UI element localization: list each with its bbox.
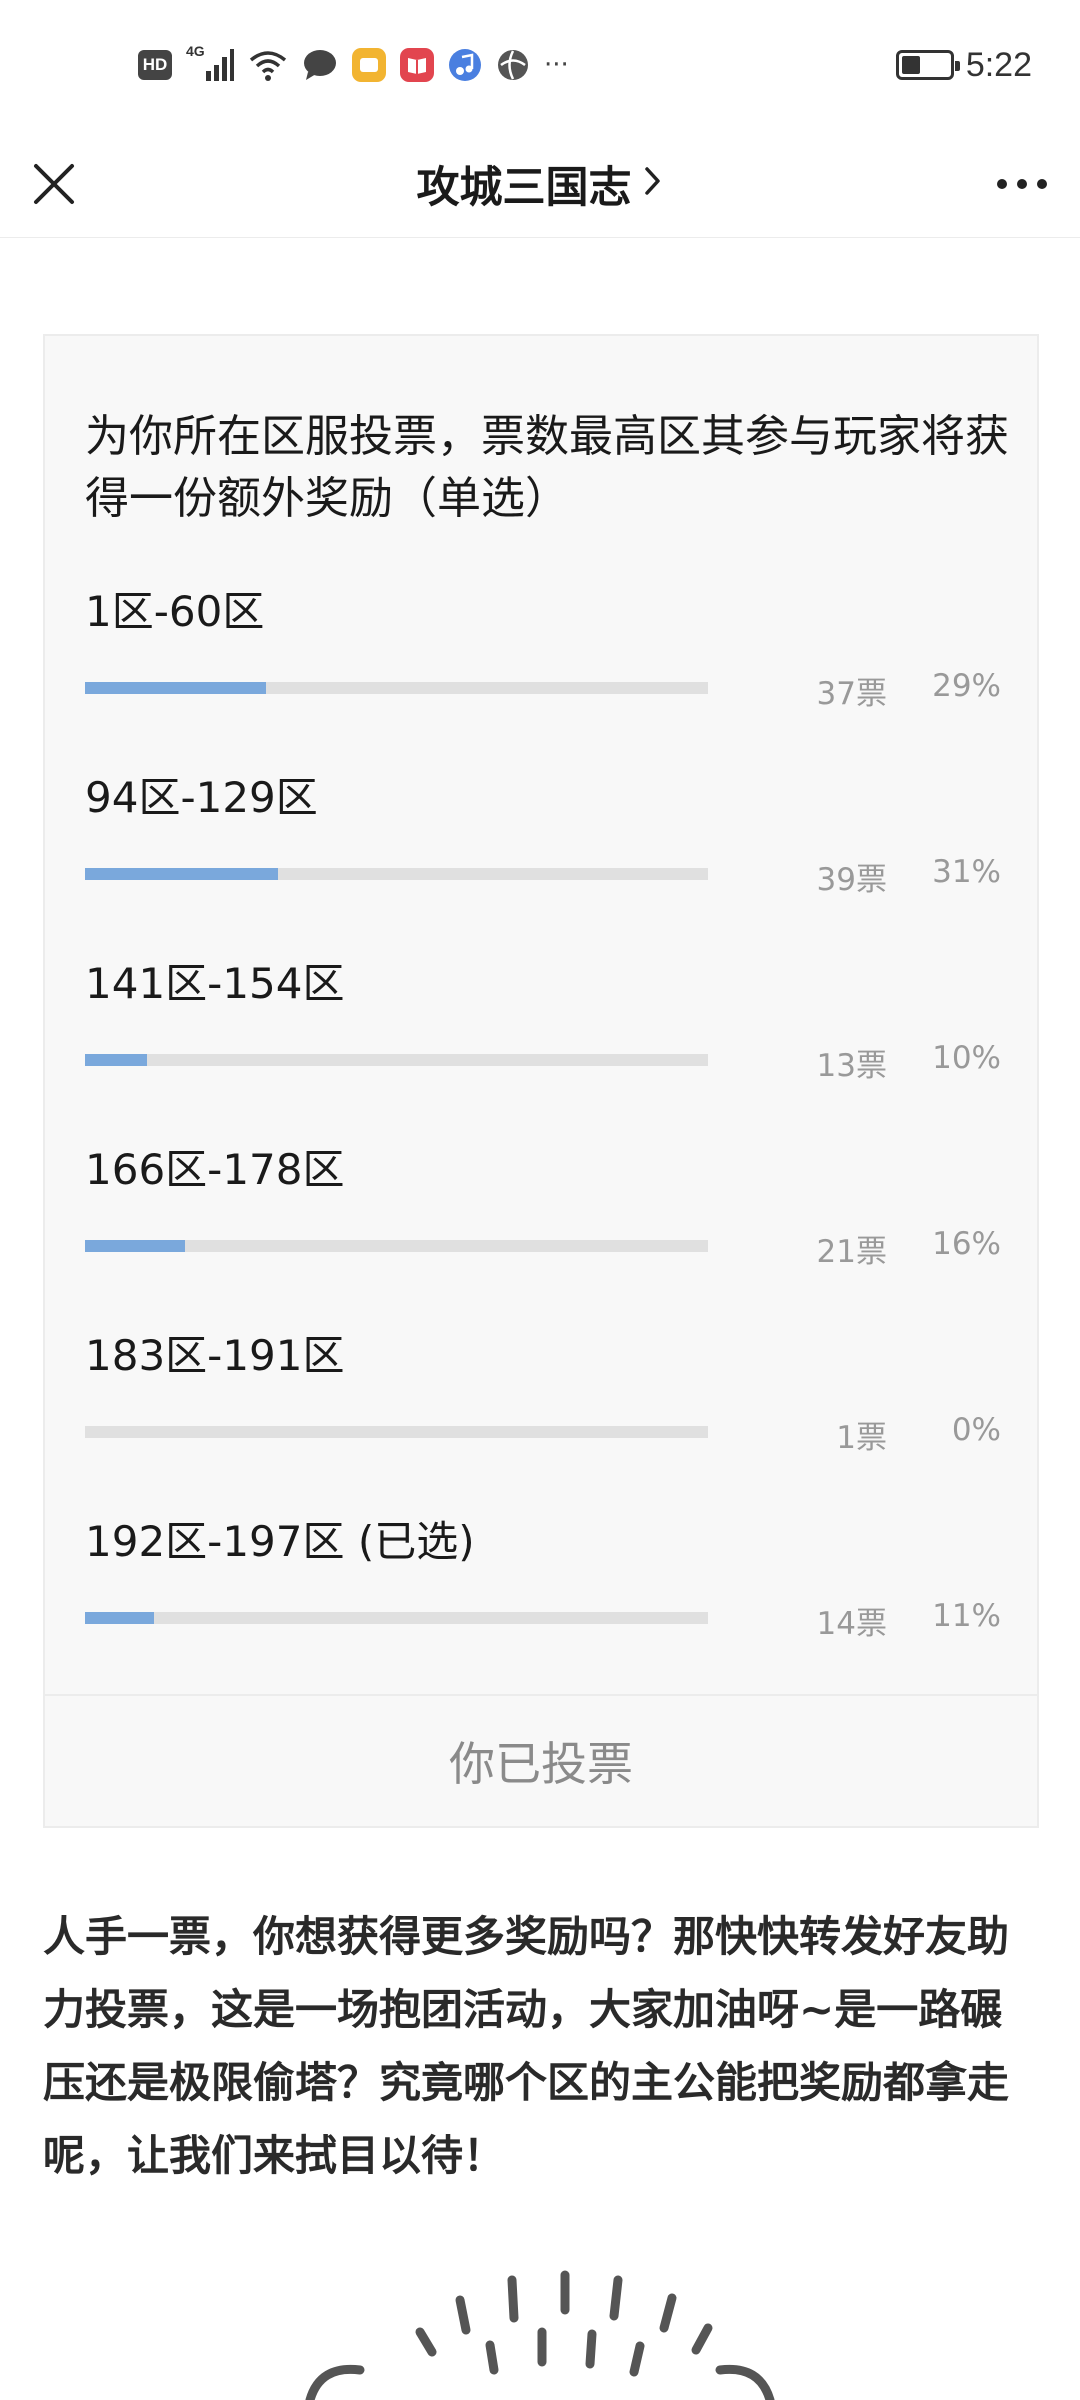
vote-option: 183区-191区 1票 0% (85, 1326, 1001, 1496)
page: HD 4G ··· 5:22 攻城三国志 为你所在区服投票，票数最高区其参与玩家… (0, 0, 1080, 2400)
decorative-illustration (280, 2270, 800, 2400)
hd-badge: HD (138, 50, 172, 80)
option-votes: 21票 (816, 1234, 887, 1270)
more-icon[interactable] (994, 160, 1050, 208)
option-progress-track (85, 1054, 708, 1066)
status-right: 5:22 (895, 45, 1032, 85)
chevron-right-icon (642, 159, 664, 209)
vote-question: 为你所在区服投票，票数最高区其参与玩家将获得一份额外奖励（单选） (85, 411, 1009, 524)
option-label: 166区-178区 (85, 1145, 345, 1194)
option-progress-track (85, 1612, 708, 1624)
article-paragraph: 人手一票，你想获得更多奖励吗？那快快转发好友助力投票，这是一场抱团活动，大家加油… (43, 1912, 1010, 2180)
network-type: 4G (186, 43, 205, 59)
vote-option: 1区-60区 37票 29% (85, 582, 1001, 752)
option-label: 141区-154区 (85, 959, 345, 1008)
option-progress-fill (85, 682, 266, 694)
option-votes: 13票 (816, 1048, 887, 1084)
option-votes: 1票 (836, 1420, 887, 1456)
status-icons: HD 4G ··· (138, 43, 569, 85)
option-percent: 29% (932, 668, 1001, 704)
option-percent: 10% (932, 1040, 1001, 1076)
page-title: 攻城三国志 (416, 163, 632, 213)
option-progress-track (85, 868, 708, 880)
account-title-link[interactable]: 攻城三国志 (0, 130, 1080, 238)
option-label: 192区-197区 (已选) (85, 1517, 475, 1566)
signal-icon: 4G (186, 43, 234, 83)
option-percent: 0% (951, 1412, 1001, 1448)
wifi-icon (248, 48, 288, 82)
browser-app-icon (496, 48, 530, 82)
option-progress-fill (85, 1054, 148, 1066)
vote-option-selected: 192区-197区 (已选) 14票 11% (85, 1512, 1001, 1682)
option-progress-track (85, 1426, 708, 1438)
notes-app-icon (352, 48, 386, 82)
option-percent: 31% (932, 854, 1001, 890)
option-progress-fill (85, 868, 279, 880)
option-progress-fill (85, 1612, 154, 1624)
status-time: 5:22 (965, 45, 1032, 84)
status-bar: HD 4G ··· 5:22 (0, 0, 1080, 130)
more-notifications: ··· (544, 50, 569, 80)
option-progress-track (85, 682, 708, 694)
nav-bar: 攻城三国志 (0, 130, 1080, 238)
message-icon (302, 48, 338, 82)
vote-card: 为你所在区服投票，票数最高区其参与玩家将获得一份额外奖励（单选） 1区-60区 … (43, 334, 1039, 1828)
option-progress-track (85, 1240, 708, 1252)
option-progress-fill (85, 1240, 185, 1252)
option-label: 94区-129区 (85, 773, 318, 822)
music-app-icon (448, 48, 482, 82)
option-votes: 39票 (816, 862, 887, 898)
option-label: 183区-191区 (85, 1331, 345, 1380)
vote-option: 166区-178区 21票 16% (85, 1140, 1001, 1310)
option-votes: 14票 (816, 1606, 887, 1642)
vote-option: 94区-129区 39票 31% (85, 768, 1001, 938)
book-app-icon (400, 48, 434, 82)
option-label: 1区-60区 (85, 587, 265, 636)
vote-option: 141区-154区 13票 10% (85, 954, 1001, 1124)
option-votes: 37票 (816, 676, 887, 712)
option-percent: 16% (932, 1226, 1001, 1262)
option-percent: 11% (932, 1598, 1001, 1634)
battery-icon (895, 50, 960, 80)
voted-status-button: 你已投票 (45, 1694, 1037, 1826)
